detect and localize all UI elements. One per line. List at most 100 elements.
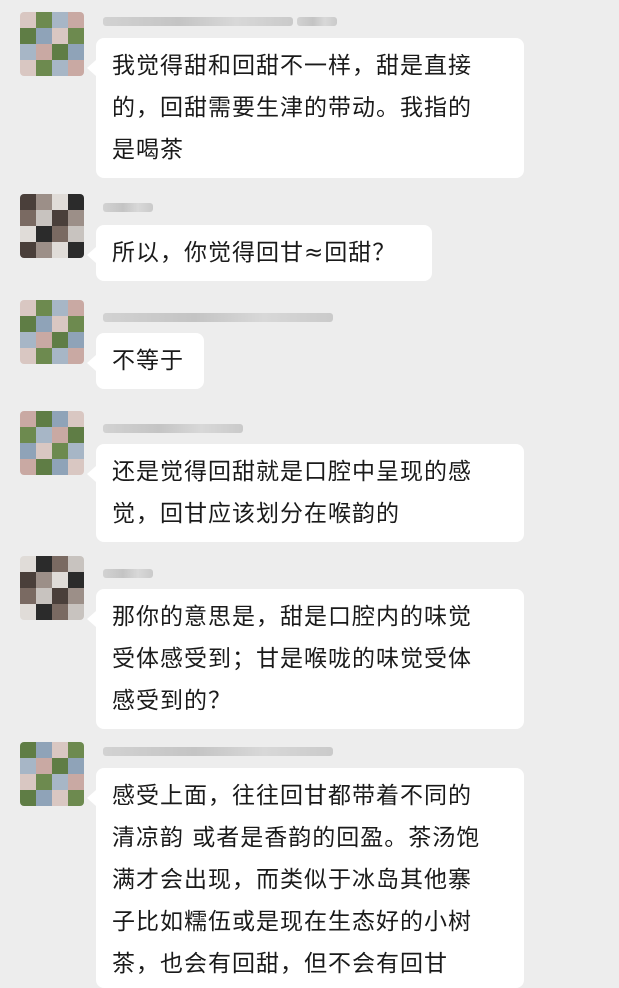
avatar-mosaic-cell [68,332,84,348]
avatar-mosaic-cell [20,427,36,443]
avatar-mosaic-cell [20,790,36,806]
avatar-mosaic-cell [68,459,84,475]
avatar-mosaic-cell [20,572,36,588]
avatar-mosaic-cell [36,774,52,790]
avatar-mosaic-cell [36,411,52,427]
avatar-mosaic-cell [52,427,68,443]
avatar-mosaic-cell [68,572,84,588]
avatar-mosaic-cell [68,226,84,242]
avatar-mosaic-cell [36,242,52,258]
avatar-mosaic-cell [68,588,84,604]
avatar-mosaic-cell [68,758,84,774]
avatar-mosaic-cell [36,316,52,332]
avatar-mosaic-cell [20,300,36,316]
avatar-mosaic-cell [52,774,68,790]
avatar-mosaic-cell [36,348,52,364]
avatar-mosaic-cell [68,242,84,258]
avatar-mosaic-cell [68,604,84,620]
avatar-mosaic-cell [52,588,68,604]
avatar-mosaic-cell [36,459,52,475]
avatar-mosaic-cell [36,604,52,620]
avatar-mosaic-cell [36,332,52,348]
avatar-mosaic-cell [20,242,36,258]
avatar-mosaic-cell [68,28,84,44]
avatar-mosaic-cell [36,12,52,28]
avatar-mosaic-cell [52,28,68,44]
message-bubble[interactable]: 我觉得甜和回甜不一样，甜是直接 的，回甜需要生津的带动。我指的 是喝茶 [87,38,524,178]
avatar-mosaic-cell [36,758,52,774]
avatar[interactable] [20,194,84,258]
avatar-mosaic-cell [20,758,36,774]
avatar-mosaic-cell [68,60,84,76]
avatar-mosaic-cell [68,44,84,60]
avatar-mosaic-cell [36,300,52,316]
avatar-mosaic-cell [36,790,52,806]
avatar-mosaic-cell [20,316,36,332]
avatar[interactable] [20,742,84,806]
avatar-mosaic-cell [20,742,36,758]
avatar-mosaic-cell [20,332,36,348]
avatar-mosaic-cell [36,226,52,242]
avatar-mosaic-cell [36,210,52,226]
avatar-mosaic-cell [20,210,36,226]
sender-name-blurred [103,421,243,435]
message-bubble[interactable]: 那你的意思是，甜是口腔内的味觉 受体感受到；甘是喉咙的味觉受体 感受到的？ [87,589,524,729]
avatar-mosaic-cell [52,572,68,588]
message-bubble[interactable]: 所以，你觉得回甘≈回甜？ [87,225,432,281]
avatar-mosaic-cell [36,572,52,588]
avatar-mosaic-cell [52,300,68,316]
avatar-mosaic-cell [36,556,52,572]
message-bubble[interactable]: 感受上面，往往回甘都带着不同的 清凉韵 或者是香韵的回盈。茶汤饱 满才会出现，而… [87,768,524,988]
avatar-mosaic-cell [20,226,36,242]
avatar-mosaic-cell [52,194,68,210]
avatar-mosaic-cell [36,28,52,44]
avatar[interactable] [20,556,84,620]
sender-name-blurred [103,744,333,758]
avatar-mosaic-cell [52,556,68,572]
avatar-mosaic-cell [36,427,52,443]
avatar-mosaic-cell [52,210,68,226]
avatar-mosaic-cell [36,194,52,210]
avatar-mosaic-cell [68,316,84,332]
avatar-mosaic-cell [52,790,68,806]
avatar-mosaic-cell [68,348,84,364]
avatar-mosaic-cell [52,443,68,459]
avatar-mosaic-cell [20,60,36,76]
avatar-mosaic-cell [20,774,36,790]
avatar-mosaic-cell [20,44,36,60]
avatar-mosaic-cell [68,742,84,758]
avatar-mosaic-cell [52,742,68,758]
avatar-mosaic-cell [52,12,68,28]
avatar-mosaic-cell [68,443,84,459]
avatar-mosaic-cell [52,332,68,348]
sender-name-blurred [103,200,153,214]
avatar-mosaic-cell [68,774,84,790]
avatar-mosaic-cell [36,44,52,60]
avatar[interactable] [20,411,84,475]
avatar-mosaic-cell [52,758,68,774]
avatar-mosaic-cell [68,210,84,226]
avatar-mosaic-cell [68,411,84,427]
avatar-mosaic-cell [36,443,52,459]
avatar-mosaic-cell [52,459,68,475]
avatar-mosaic-cell [20,588,36,604]
avatar-mosaic-cell [20,556,36,572]
avatar-mosaic-cell [52,226,68,242]
avatar-mosaic-cell [20,194,36,210]
message-bubble[interactable]: 不等于 [87,333,204,389]
avatar-mosaic-cell [36,742,52,758]
avatar-mosaic-cell [52,242,68,258]
message-bubble[interactable]: 还是觉得回甜就是口腔中呈现的感 觉，回甘应该划分在喉韵的 [87,444,524,542]
avatar-mosaic-cell [68,300,84,316]
avatar-mosaic-cell [20,12,36,28]
avatar-mosaic-cell [20,411,36,427]
avatar-mosaic-cell [52,411,68,427]
avatar[interactable] [20,300,84,364]
avatar-mosaic-cell [68,12,84,28]
avatar[interactable] [20,12,84,76]
avatar-mosaic-cell [20,443,36,459]
avatar-mosaic-cell [52,44,68,60]
avatar-mosaic-cell [68,790,84,806]
avatar-mosaic-cell [20,28,36,44]
avatar-mosaic-cell [68,556,84,572]
